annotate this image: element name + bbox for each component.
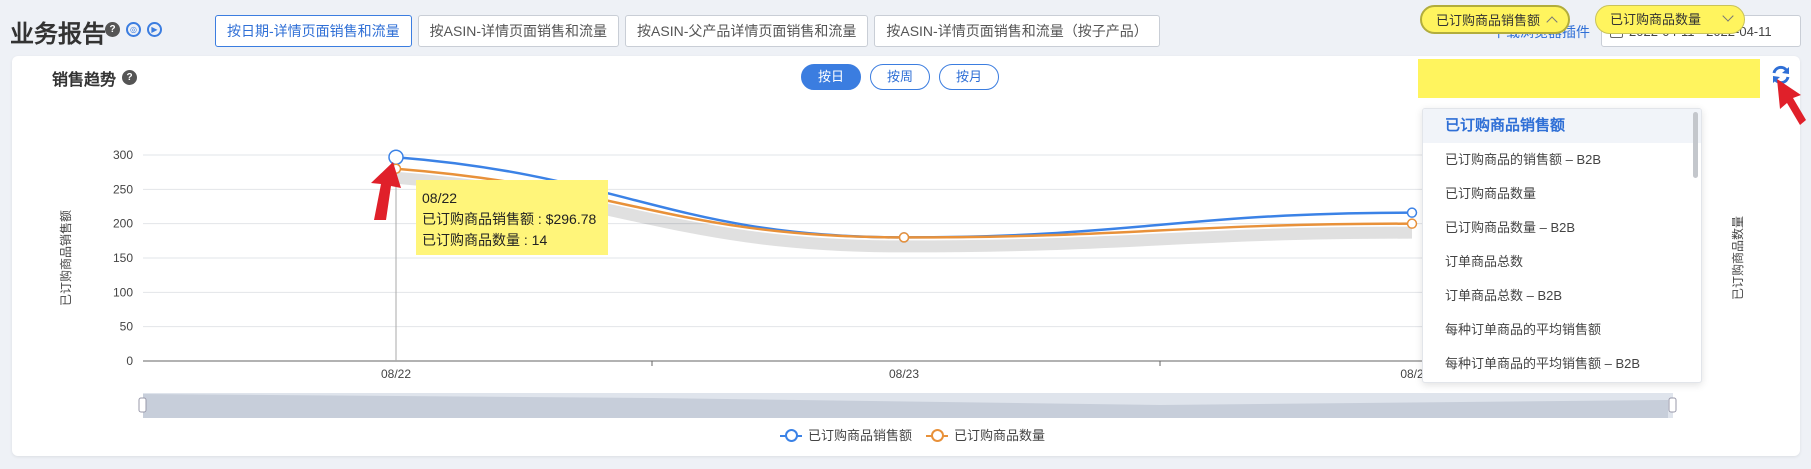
tooltip-sales: 已订购商品销售额 : $296.78 [422,211,597,227]
dropdown-item[interactable]: 已订购商品的销售额 – B2B [1423,143,1701,177]
x-tick-label: 08/23 [889,367,919,381]
dropdown-item[interactable]: 每种订单商品的平均销售额 [1423,313,1701,347]
legend-marker-units [926,428,949,442]
metric-dropdown: 已订购商品销售额 已订购商品的销售额 – B2B 已订购商品数量 已订购商品数量… [1422,108,1702,383]
data-point [898,232,910,243]
dropdown-scrollbar[interactable] [1693,112,1698,178]
dropdown-item[interactable]: 订单商品总数 – B2B [1423,279,1701,313]
zoom-handle-right [1668,397,1677,413]
y-tick-label: 50 [120,320,134,334]
dropdown-item[interactable]: 每种订单商品的平均销售额 – B2B [1423,347,1701,381]
y-tick-label: 250 [113,182,133,196]
tooltip-date: 08/22 [422,190,458,206]
zoom-handle-left [138,397,147,413]
data-point [388,149,404,165]
legend-label-sales: 已订购商品销售额 [808,428,913,443]
dropdown-item[interactable]: 已订购商品销售额 [1423,109,1701,143]
legend-marker-sales [780,428,802,442]
y-axis-right-title: 已订购商品数量 [1730,216,1745,300]
y-tick-label: 100 [113,285,133,299]
dropdown-item[interactable]: 已订购商品数量 [1423,177,1701,211]
dropdown-item[interactable]: 订单商品总数 [1423,245,1701,279]
legend-label-units: 已订购商品数量 [954,428,1046,443]
chart-legend: 已订购商品销售额 已订购商品数量 [780,425,1045,444]
y-tick-label: 200 [113,217,133,231]
dropdown-item[interactable]: 已订购商品数量 – B2B [1423,211,1701,245]
x-tick-label: 08/2 [1400,367,1424,381]
red-arrow-pointer [1777,79,1806,125]
legend-item-sales[interactable]: 已订购商品销售额 [780,425,912,444]
y-tick-label: 150 [113,251,133,265]
data-point [1406,207,1418,218]
legend-item-units[interactable]: 已订购商品数量 [926,425,1045,444]
y-axis-left-title: 已订购商品销售额 [58,210,73,306]
y-tick-label: 300 [113,148,133,162]
x-tick-label: 08/22 [381,367,411,381]
chart-tooltip: 08/22 已订购商品销售额 : $296.78 已订购商品数量 : 14 [416,180,608,255]
y-tick-label: 0 [126,354,133,368]
data-point [1406,218,1418,229]
tooltip-units: 已订购商品数量 : 14 [422,232,548,248]
